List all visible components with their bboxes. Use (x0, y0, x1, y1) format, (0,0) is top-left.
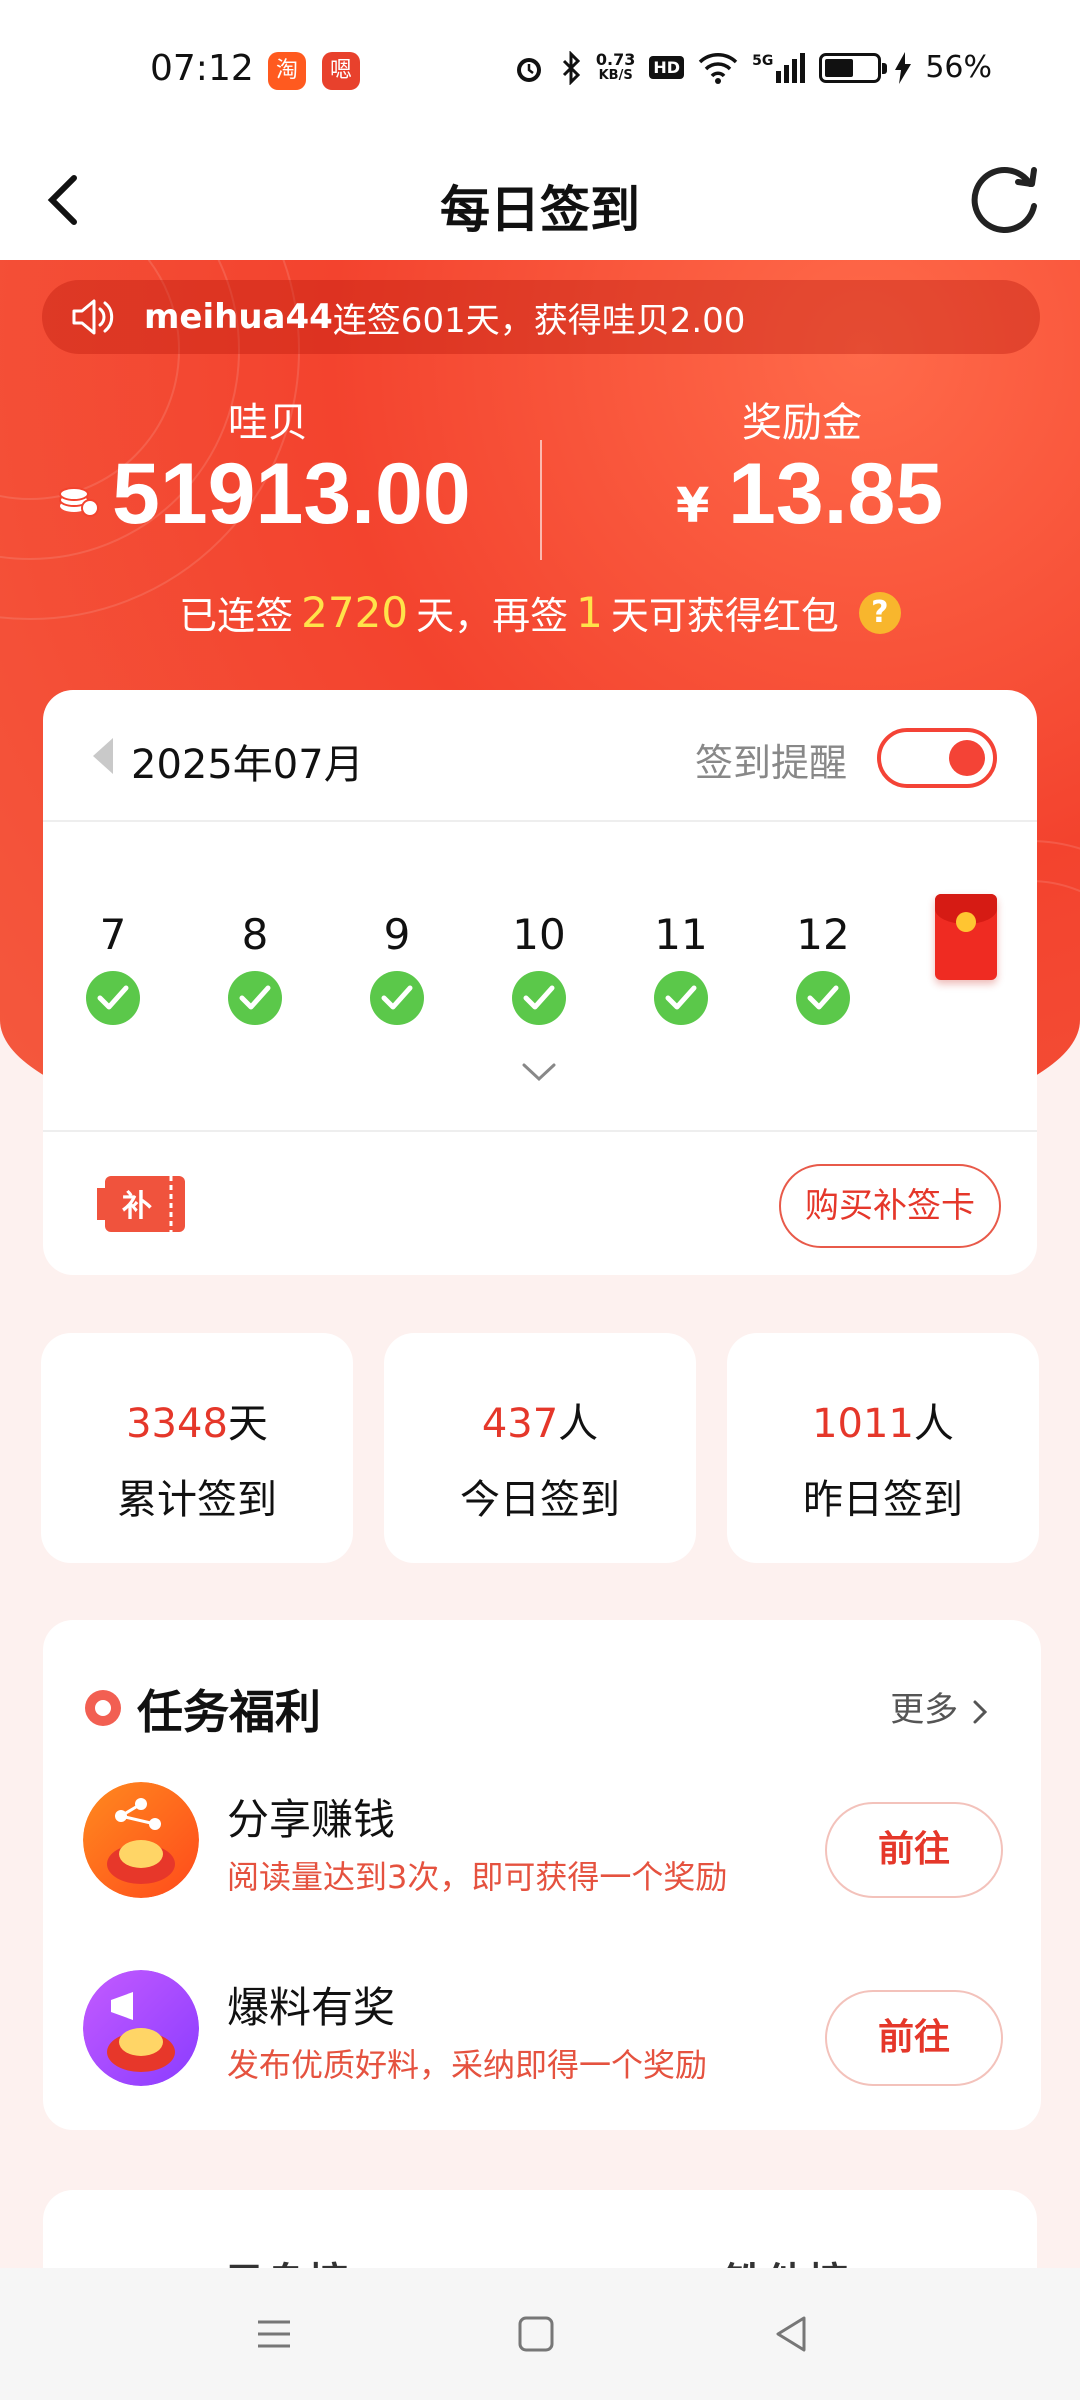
stat-value: 437 (481, 1401, 559, 1447)
more-link[interactable]: 更多 (890, 1682, 991, 1731)
stat-card-today: 437人 今日签到 (384, 1333, 696, 1563)
task-name: 爆料有奖 (227, 1983, 396, 2032)
task-section-title: 任务福利 (137, 1685, 321, 1739)
speaker-icon (72, 299, 114, 335)
task-description: 阅读量达到3次，即可获得一个奖励 (227, 1858, 728, 1896)
check-icon (370, 971, 424, 1025)
stat-value: 3348 (126, 1401, 228, 1447)
stat-value: 1011 (812, 1401, 914, 1447)
hd-badge: HD (649, 56, 685, 79)
net-speed: 0.73 KB/S (595, 49, 636, 83)
go-button[interactable]: 前往 (825, 1802, 1003, 1898)
tip-reward-icon (83, 1970, 199, 2086)
wifi-icon (698, 52, 738, 84)
battery-percent: 56% (925, 50, 992, 85)
calendar-day[interactable]: 8 (205, 910, 305, 1025)
help-icon[interactable]: ? (858, 591, 901, 634)
calendar-day[interactable]: 10 (489, 910, 589, 1025)
currency-symbol: ¥ (676, 478, 710, 534)
task-item: 分享赚钱 阅读量达到3次，即可获得一个奖励 前往 (43, 1782, 1041, 1932)
status-time: 07:12 (150, 48, 254, 89)
task-name: 分享赚钱 (227, 1795, 396, 1844)
system-nav-bar (0, 2268, 1080, 2400)
calendar-header: 2025年07月 签到提醒 (43, 690, 1037, 822)
remind-toggle[interactable] (877, 728, 997, 788)
target-icon (85, 1690, 121, 1726)
wabei-value: 51913.00 (112, 446, 471, 542)
calendar-day[interactable]: 11 (631, 910, 731, 1025)
buy-makeup-card-button[interactable]: 购买补签卡 (779, 1164, 1001, 1248)
go-button[interactable]: 前往 (825, 1990, 1003, 2086)
stat-unit: 人 (913, 1401, 954, 1447)
wabei-label: 哇贝 (228, 400, 308, 446)
stat-label: 今日签到 (460, 1477, 620, 1523)
announcement-bar: meihua44 连签601天，获得哇贝2.00 (42, 280, 1040, 354)
calendar-card: 2025年07月 签到提醒 7 8 9 10 11 12 补 购买补签卡 (43, 690, 1037, 1275)
makeup-card-icon: 补 (97, 1176, 185, 1232)
share-earn-icon (83, 1782, 199, 1898)
status-bar: 07:12 淘 嗯 0.73 KB/S HD 5G 56% (0, 0, 1080, 140)
stat-unit: 天 (227, 1401, 268, 1447)
announcement-text: 连签601天，获得哇贝2.00 (332, 300, 746, 341)
bonus-label: 奖励金 (742, 400, 862, 446)
check-icon (654, 971, 708, 1025)
calendar-day[interactable]: 7 (63, 910, 163, 1025)
back-nav-icon[interactable] (770, 2312, 814, 2356)
check-icon (86, 971, 140, 1025)
status-indicators: 0.73 KB/S HD 5G 56% (512, 50, 992, 85)
coins-icon (59, 487, 99, 517)
streak-remaining: 1 (576, 588, 603, 637)
task-item: 爆料有奖 发布优质好料，采纳即得一个奖励 前往 (43, 1970, 1041, 2120)
charging-icon (895, 51, 912, 84)
streak-info: 已连签 2720 天，再签 1 天可获得红包 ? (0, 585, 1080, 640)
chevron-right-icon (973, 1700, 988, 1723)
app-icon: 嗯 (322, 52, 360, 90)
month-label: 2025年07月 (131, 742, 364, 788)
previous-month-icon[interactable] (93, 738, 113, 774)
hero-divider (540, 440, 542, 560)
stat-label: 累计签到 (117, 1477, 277, 1523)
alarm-icon (516, 57, 541, 82)
calendar-day[interactable]: 12 (773, 910, 873, 1025)
home-icon[interactable] (514, 2312, 558, 2356)
stat-card-yesterday: 1011人 昨日签到 (727, 1333, 1039, 1563)
streak-mid: 天，再签 (416, 594, 569, 638)
red-packet-icon[interactable] (935, 894, 997, 980)
taobao-icon: 淘 (268, 52, 306, 90)
check-icon (228, 971, 282, 1025)
chevron-down-icon[interactable] (521, 1062, 557, 1082)
refresh-button[interactable] (958, 154, 1050, 246)
stat-unit: 人 (558, 1401, 599, 1447)
makeup-row: 补 购买补签卡 (43, 1130, 1037, 1275)
streak-prefix: 已连签 (179, 594, 294, 638)
check-icon (796, 971, 850, 1025)
page-title: 每日签到 (440, 181, 640, 239)
announcement-user: meihua44 (144, 297, 333, 337)
task-card: 任务福利 更多 分享赚钱 阅读量达到3次，即可获得一个奖励 前往 爆料有奖 发布… (43, 1620, 1041, 2130)
streak-days: 2720 (301, 588, 409, 637)
stat-card-total: 3348天 累计签到 (41, 1333, 353, 1563)
svg-text:补: 补 (122, 1189, 152, 1224)
menu-icon[interactable] (252, 2312, 296, 2356)
bluetooth-icon (562, 50, 581, 85)
task-description: 发布优质好料，采纳即得一个奖励 (227, 2046, 708, 2084)
bonus-value: 13.85 (728, 446, 944, 542)
signal-icon: 5G (752, 52, 806, 83)
battery-icon (819, 52, 888, 83)
streak-suffix: 天可获得红包 (610, 594, 839, 638)
stat-label: 昨日签到 (803, 1477, 963, 1523)
calendar-day[interactable]: 9 (347, 910, 447, 1025)
refresh-icon (971, 167, 1037, 233)
check-icon (512, 971, 566, 1025)
nav-bar: 每日签到 (0, 140, 1080, 260)
remind-label: 签到提醒 (694, 741, 847, 785)
